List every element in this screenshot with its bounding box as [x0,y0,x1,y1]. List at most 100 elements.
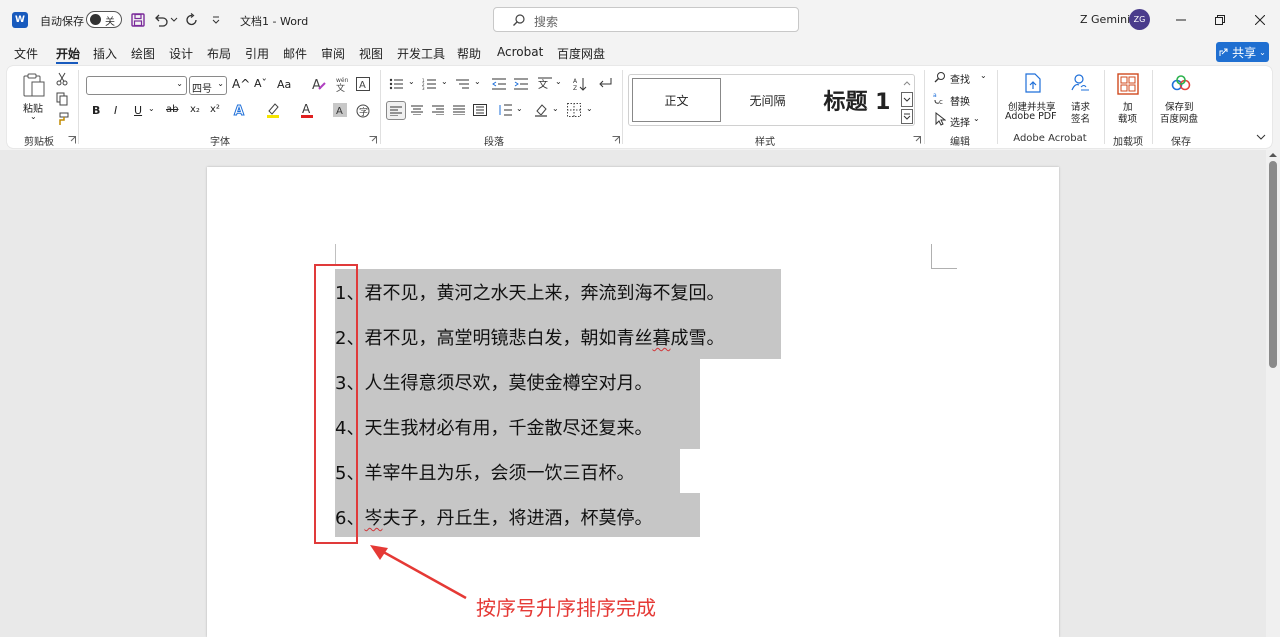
superscript-button[interactable]: x² [210,104,220,115]
addins-icon[interactable] [1116,72,1140,96]
increase-indent-icon[interactable] [513,76,529,92]
menu-tab[interactable]: 文件 [14,45,38,62]
chevron-down-icon[interactable]: ⌄ [516,104,523,113]
clipboard-launcher-icon[interactable] [68,136,76,144]
sort-icon[interactable]: AZ [572,76,588,92]
paragraph-launcher-icon[interactable] [612,136,620,144]
change-case-button[interactable]: Aa [277,78,291,91]
avatar[interactable]: ZG [1129,9,1150,30]
save-icon[interactable] [130,12,146,28]
chevron-down-icon[interactable]: ⌄ [441,77,448,86]
list-item[interactable]: 6、岑夫子，丹丘生，将进酒，杯莫停。 [335,504,652,530]
close-icon[interactable] [1245,8,1275,32]
menu-tab[interactable]: 开始 [56,45,80,62]
cut-icon[interactable] [54,71,70,87]
underline-button[interactable]: U [134,104,142,117]
strikethrough-button[interactable]: ab [166,104,178,115]
copy-icon[interactable] [54,91,70,107]
chevron-down-icon[interactable]: ⌄ [980,71,987,80]
align-left-icon[interactable] [386,101,406,120]
customize-toolbar-icon[interactable] [208,12,224,28]
styles-launcher-icon[interactable] [913,136,921,144]
list-item[interactable]: 1、君不见，黄河之水天上来，奔流到海不复回。 [335,279,724,305]
decrease-indent-icon[interactable] [491,76,507,92]
align-right-icon[interactable] [430,102,446,118]
list-item[interactable]: 4、天生我材必有用，千金散尽还复来。 [335,414,652,440]
request-sign-icon[interactable] [1069,72,1091,94]
scroll-thumb[interactable] [1269,161,1277,368]
replace-icon[interactable]: ac [933,91,947,105]
collapse-ribbon-icon[interactable] [1254,130,1268,144]
line-spacing-icon[interactable] [497,102,513,118]
borders-icon[interactable] [566,102,582,118]
chevron-down-icon[interactable]: ⌄ [408,77,415,86]
styles-scroll-up-icon[interactable] [901,75,913,90]
highlight-icon[interactable] [265,102,281,118]
find-label[interactable]: 查找 [950,71,970,86]
chevron-down-icon[interactable]: ⌄ [552,104,559,113]
menu-tab[interactable]: 布局 [207,45,231,62]
bullets-icon[interactable] [388,76,404,92]
minimize-icon[interactable] [1166,8,1196,32]
enclose-char-icon[interactable]: 字 [354,102,372,120]
menu-tab[interactable]: 设计 [169,45,193,62]
align-center-icon[interactable] [409,102,425,118]
char-shading-icon[interactable]: A [332,102,348,118]
char-border-icon[interactable]: A [354,75,372,93]
asian-layout-icon[interactable]: 文 [537,76,553,92]
create-pdf-icon[interactable] [1022,72,1044,94]
chevron-down-icon[interactable]: ⌄ [973,114,980,123]
replace-label[interactable]: 替换 [950,93,970,108]
justify-icon[interactable] [451,102,467,118]
list-item[interactable]: 5、羊宰牛且为乐，会须一饮三百杯。 [335,459,634,485]
format-painter-icon[interactable] [54,111,70,127]
chevron-down-icon[interactable]: ⌄ [586,104,593,113]
search-box[interactable]: 搜索 [493,7,799,32]
menu-tab[interactable]: 视图 [359,45,383,62]
user-name[interactable]: Z Gemini [1080,13,1130,26]
underline-dropdown-icon[interactable]: ⌄ [148,104,155,113]
spelling-squiggle[interactable]: 岑 [364,508,382,529]
select-label[interactable]: 选择 [950,114,970,129]
italic-button[interactable]: I [114,104,117,117]
show-marks-icon[interactable] [597,76,613,92]
autosave-toggle[interactable]: 关 [86,11,122,28]
request-sign-line2[interactable]: 签名 [1071,111,1090,125]
font-color-icon[interactable]: A [299,102,315,118]
font-size-box[interactable]: 四号 ⌄ [189,76,227,95]
redo-icon[interactable] [184,12,200,28]
style-heading-1[interactable]: 标题 1 [815,78,899,122]
phonetic-guide-icon[interactable]: wén 文 [332,75,350,93]
styles-scroll-down-icon[interactable] [901,92,913,107]
list-item[interactable]: 2、君不见，高堂明镜悲白发，朝如青丝暮成雪。 [335,324,724,350]
menu-tab[interactable]: 帮助 [457,45,481,62]
select-icon[interactable] [933,112,947,126]
menu-tab[interactable]: 百度网盘 [557,45,605,62]
spelling-squiggle[interactable]: 暮 [652,328,670,349]
style-no-spacing[interactable]: 无间隔 [723,78,812,122]
menu-tab[interactable]: 引用 [245,45,269,62]
share-button[interactable]: 共享 ⌄ [1216,42,1269,62]
scroll-up-icon[interactable] [1268,151,1278,159]
menu-tab[interactable]: Acrobat [497,45,543,59]
undo-icon[interactable] [153,12,169,28]
multilevel-list-icon[interactable] [454,76,470,92]
bold-button[interactable]: B [92,104,100,117]
baidu-netdisk-icon[interactable] [1170,73,1192,93]
style-normal[interactable]: 正文 [632,78,721,122]
find-icon[interactable] [933,70,947,84]
font-name-box[interactable]: ⌄ [86,76,187,95]
paste-icon[interactable] [20,72,48,98]
menu-tab[interactable]: 开发工具 [397,45,445,62]
subscript-button[interactable]: x₂ [190,104,200,115]
chevron-down-icon[interactable]: ⌄ [474,77,481,86]
shading-icon[interactable] [533,102,549,118]
chevron-down-icon[interactable]: ⌄ [555,77,562,86]
grow-font-button[interactable]: A^ [232,77,250,91]
undo-dropdown-icon[interactable] [169,12,179,28]
shrink-font-button[interactable]: Aˇ [254,77,267,90]
font-launcher-icon[interactable] [369,136,377,144]
menu-tab[interactable]: 邮件 [283,45,307,62]
menu-tab[interactable]: 插入 [93,45,117,62]
create-share-line2[interactable]: Adobe PDF [1005,111,1057,122]
